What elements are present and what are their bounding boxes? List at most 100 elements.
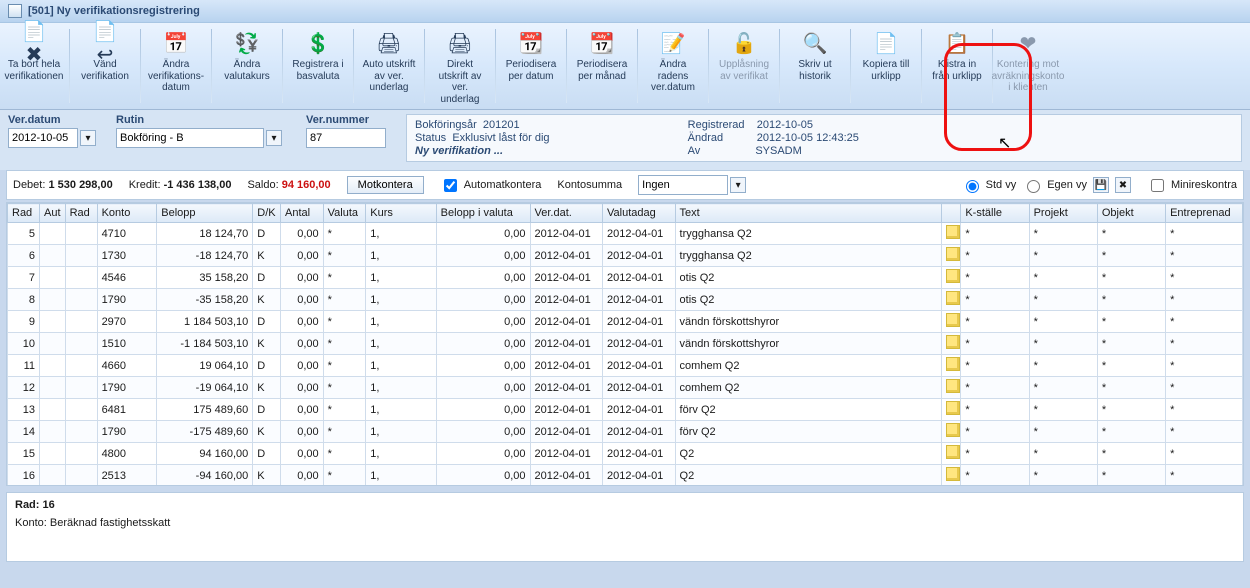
rutin-dropdown-icon[interactable]: ▾: [266, 130, 282, 146]
note-icon[interactable]: [946, 379, 960, 393]
toolbar-print-history[interactable]: 🔍Skriv ut historik: [781, 23, 849, 109]
note-icon[interactable]: [946, 313, 960, 327]
rutin-input[interactable]: [116, 128, 264, 148]
col-17[interactable]: Entreprenad: [1166, 204, 1243, 223]
verdatum-dropdown-icon[interactable]: ▾: [80, 130, 96, 146]
reverse-icon: 📄↩: [91, 29, 119, 59]
col-12[interactable]: Text: [675, 204, 942, 223]
egen-vy-radio[interactable]: Egen vy: [1022, 177, 1087, 193]
toolbar-base-currency[interactable]: 💲Registrera i basvaluta: [284, 23, 352, 109]
col-1[interactable]: Aut: [39, 204, 65, 223]
window-title: [501] Ny verifikationsregistrering: [28, 5, 200, 17]
col-2[interactable]: Rad: [65, 204, 97, 223]
col-11[interactable]: Valutadag: [603, 204, 676, 223]
unlock-icon: 🔓: [730, 29, 758, 59]
std-vy-radio[interactable]: Std vy: [961, 177, 1017, 193]
toolbar-reverse[interactable]: 📄↩Vänd verifikation: [71, 23, 139, 109]
grid[interactable]: RadAutRadKontoBeloppD/KAntalValutaKursBe…: [6, 202, 1244, 486]
note-icon[interactable]: [946, 467, 960, 481]
table-row[interactable]: 61730-18 124,70K0,00*1,0,002012-04-01201…: [8, 245, 1243, 267]
av-label: Av: [688, 145, 701, 157]
toolbar-unlock: 🔓Upplåsning av verifikat: [710, 23, 778, 109]
note-icon[interactable]: [946, 445, 960, 459]
footer-rad: Rad: 16: [15, 499, 1235, 511]
vernummer-input[interactable]: [306, 128, 386, 148]
automatkontera-checkbox[interactable]: Automatkontera: [440, 176, 542, 195]
bokforingsar-value: 201201: [483, 119, 520, 131]
table-row[interactable]: 15480094 160,00D0,00*1,0,002012-04-01201…: [8, 443, 1243, 465]
col-10[interactable]: Ver.dat.: [530, 204, 603, 223]
delete-all-icon: 📄✖: [20, 29, 48, 59]
saldo-label: Saldo:: [247, 179, 278, 191]
col-4[interactable]: Belopp: [157, 204, 253, 223]
col-16[interactable]: Objekt: [1097, 204, 1165, 223]
toolbar-paste-clipboard[interactable]: 📋Klistra in från urklipp: [923, 23, 991, 109]
save-icon[interactable]: 💾: [1093, 177, 1109, 193]
toolbar-row-date[interactable]: 📝Ändra radens ver.datum: [639, 23, 707, 109]
col-14[interactable]: K-ställe: [961, 204, 1029, 223]
note-icon[interactable]: [946, 247, 960, 261]
debet-value: 1 530 298,00: [48, 179, 112, 191]
vernummer-label: Ver.nummer: [306, 114, 386, 126]
info-area: Ver.datum ▾ Rutin ▾ Ver.nummer Bokföring…: [0, 110, 1250, 170]
col-3[interactable]: Konto: [97, 204, 157, 223]
table-row[interactable]: 81790-35 158,20K0,00*1,0,002012-04-01201…: [8, 289, 1243, 311]
av-value: SYSADM: [755, 145, 801, 157]
auto-print-label: Auto utskrift av ver. underlag: [361, 59, 417, 94]
periodize-date-label: Periodisera per datum: [503, 59, 559, 82]
direct-print-label: Direkt utskrift av ver. underlag: [432, 59, 488, 105]
unlock-label: Upplåsning av verifikat: [716, 59, 772, 82]
table-row[interactable]: 162513-94 160,00K0,00*1,0,002012-04-0120…: [8, 465, 1243, 487]
row-date-label: Ändra radens ver.datum: [645, 59, 701, 94]
note-icon[interactable]: [946, 291, 960, 305]
toolbar-delete-all[interactable]: 📄✖Ta bort hela verifikationen: [0, 23, 68, 109]
col-5[interactable]: D/K: [253, 204, 281, 223]
toolbar-periodize-month[interactable]: 📆Periodisera per månad: [568, 23, 636, 109]
summary-bar: Debet: 1 530 298,00 Kredit: -1 436 138,0…: [6, 170, 1244, 200]
table-row[interactable]: 141790-175 489,60K0,00*1,0,002012-04-012…: [8, 421, 1243, 443]
toolbar-change-rate[interactable]: 💱Ändra valutakurs: [213, 23, 281, 109]
note-icon[interactable]: [946, 423, 960, 437]
motkontera-button[interactable]: Motkontera: [347, 176, 424, 194]
toolbar-client-account: ❤Kontering mot avräkningskonto i kliente…: [994, 23, 1062, 109]
table-row[interactable]: 5471018 124,70D0,00*1,0,002012-04-012012…: [8, 223, 1243, 245]
col-9[interactable]: Belopp i valuta: [436, 204, 530, 223]
kontosumma-label: Kontosumma: [557, 179, 622, 191]
note-icon[interactable]: [946, 335, 960, 349]
col-0[interactable]: Rad: [8, 204, 40, 223]
verdatum-label: Ver.datum: [8, 114, 96, 126]
note-icon[interactable]: [946, 269, 960, 283]
andrad-label: Ändrad: [688, 132, 723, 144]
toolbar-copy-clipboard[interactable]: 📄Kopiera till urklipp: [852, 23, 920, 109]
table-row[interactable]: 101510-1 184 503,10K0,00*1,0,002012-04-0…: [8, 333, 1243, 355]
table-row[interactable]: 11466019 064,10D0,00*1,0,002012-04-01201…: [8, 355, 1243, 377]
table-row[interactable]: 121790-19 064,10K0,00*1,0,002012-04-0120…: [8, 377, 1243, 399]
app-icon: [8, 4, 22, 18]
client-account-label: Kontering mot avräkningskonto i klienten: [992, 59, 1065, 94]
col-13[interactable]: [942, 204, 961, 223]
table-row[interactable]: 7454635 158,20D0,00*1,0,002012-04-012012…: [8, 267, 1243, 289]
col-15[interactable]: Projekt: [1029, 204, 1097, 223]
note-icon[interactable]: [946, 225, 960, 239]
toolbar: 📄✖Ta bort hela verifikationen📄↩Vänd veri…: [0, 23, 1250, 110]
table-row[interactable]: 136481175 489,60D0,00*1,0,002012-04-0120…: [8, 399, 1243, 421]
verdatum-input[interactable]: [8, 128, 78, 148]
note-icon[interactable]: [946, 401, 960, 415]
periodize-date-icon: 📆: [517, 29, 545, 59]
toolbar-direct-print[interactable]: 🖨Direkt utskrift av ver. underlag: [426, 23, 494, 109]
toolbar-auto-print[interactable]: 🖨Auto utskrift av ver. underlag: [355, 23, 423, 109]
toolbar-change-date[interactable]: 📅Ändra verifikations-datum: [142, 23, 210, 109]
col-6[interactable]: Antal: [280, 204, 323, 223]
delete-icon[interactable]: ✖: [1115, 177, 1131, 193]
table-row[interactable]: 929701 184 503,10D0,00*1,0,002012-04-012…: [8, 311, 1243, 333]
kontosumma-dropdown-icon[interactable]: ▾: [730, 177, 746, 193]
andrad-value: 2012-10-05 12:43:25: [757, 132, 859, 144]
change-rate-label: Ändra valutakurs: [219, 59, 275, 82]
minireskontra-checkbox[interactable]: Minireskontra: [1147, 176, 1237, 195]
kontosumma-input[interactable]: [638, 175, 728, 195]
note-icon[interactable]: [946, 357, 960, 371]
copy-clipboard-icon: 📄: [872, 29, 900, 59]
col-8[interactable]: Kurs: [366, 204, 436, 223]
col-7[interactable]: Valuta: [323, 204, 366, 223]
toolbar-periodize-date[interactable]: 📆Periodisera per datum: [497, 23, 565, 109]
